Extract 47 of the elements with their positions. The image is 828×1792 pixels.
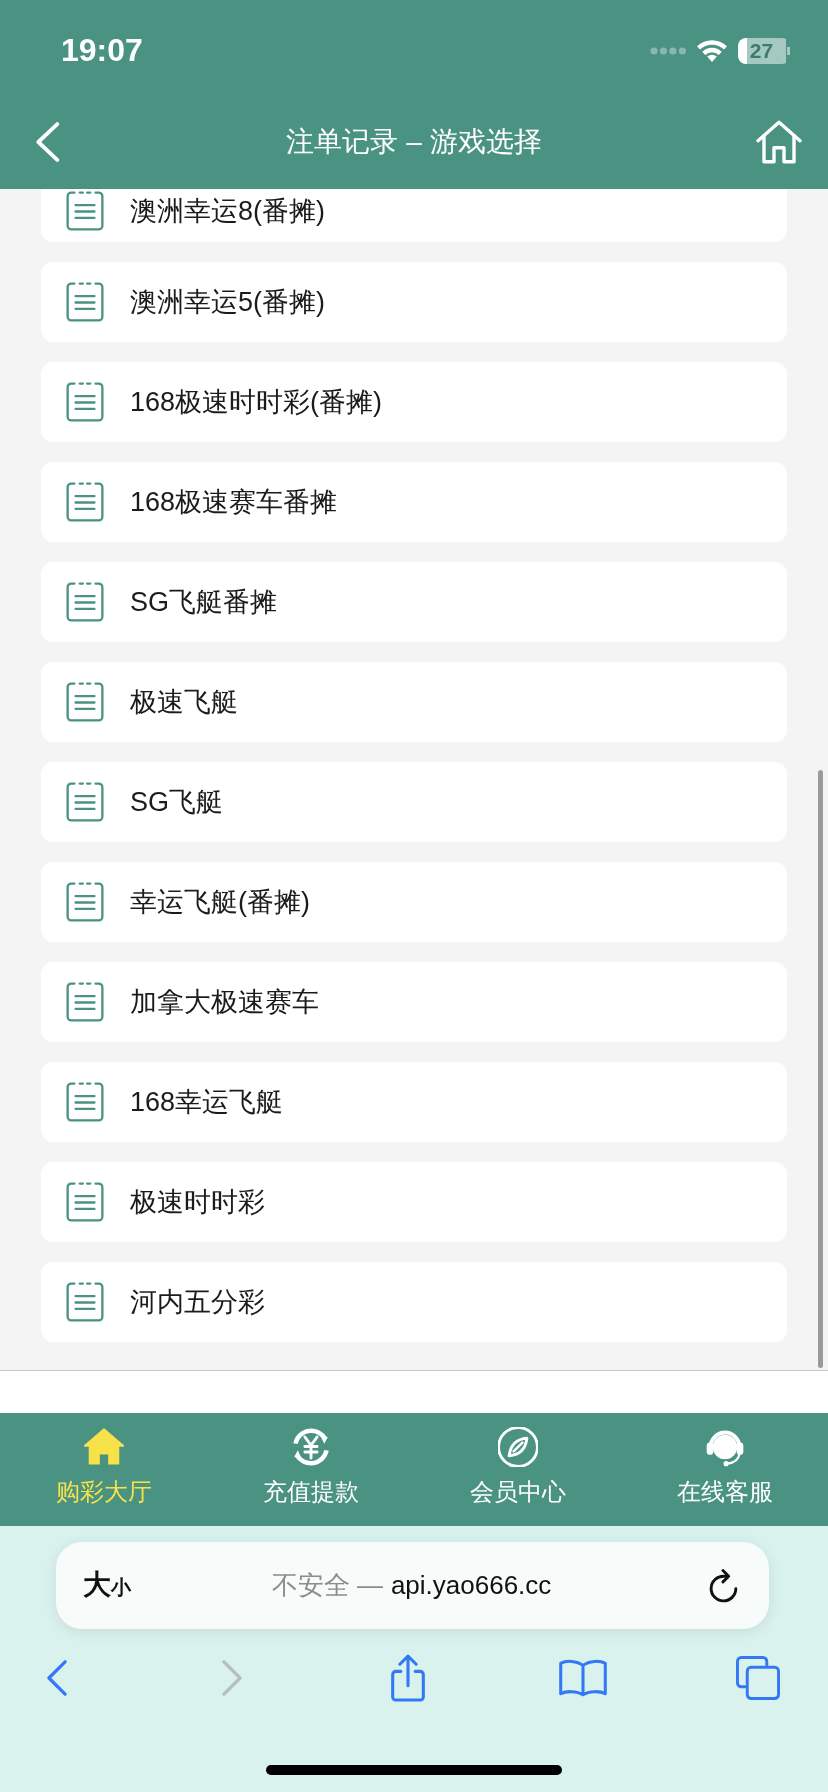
game-list-item[interactable]: 幸运飞艇(番摊) xyxy=(41,862,787,942)
tab-bar-item[interactable]: 在线客服 xyxy=(621,1413,828,1526)
page-title: 注单记录 – 游戏选择 xyxy=(286,125,542,159)
tab-bar-item[interactable]: 充值提款 xyxy=(207,1413,414,1526)
game-list-item[interactable]: 168极速赛车番摊 xyxy=(41,462,787,542)
forward-icon xyxy=(222,1660,243,1696)
clipboard-list-icon xyxy=(66,190,104,231)
game-list-item[interactable]: 加拿大极速赛车 xyxy=(41,962,787,1042)
house-outline-icon xyxy=(756,120,802,164)
page-settings-button[interactable]: 大小 xyxy=(81,1567,133,1604)
clipboard-list-icon xyxy=(66,882,104,922)
game-list-item[interactable]: 168幸运飞艇 xyxy=(41,1062,787,1142)
clipboard-list-icon xyxy=(66,582,104,622)
clipboard-list-icon xyxy=(66,1282,104,1322)
clipboard-list-icon xyxy=(66,482,104,522)
clipboard-list-icon xyxy=(66,782,104,822)
clipboard-list-icon xyxy=(66,1082,104,1122)
game-list-item[interactable]: 澳洲幸运5(番摊) xyxy=(41,262,787,342)
game-list-item[interactable]: SG飞艇番摊 xyxy=(41,562,787,642)
wifi-icon xyxy=(696,39,728,62)
battery-indicator: 27 xyxy=(738,37,790,64)
tab-bar-item[interactable]: 会员中心 xyxy=(414,1413,621,1526)
cellular-signal-icon xyxy=(650,46,686,55)
clipboard-list-icon xyxy=(66,382,104,422)
address-field[interactable]: 不安全 — api.yao666.cc xyxy=(271,1565,552,1606)
yen-exchange-icon xyxy=(290,1427,331,1467)
game-list-item[interactable]: 极速时时彩 xyxy=(41,1162,787,1242)
game-list-item[interactable]: 极速飞艇 xyxy=(41,662,787,742)
house-icon xyxy=(83,1427,124,1467)
game-list-item[interactable]: 168极速时时彩(番摊) xyxy=(41,362,787,442)
back-chevron-icon xyxy=(34,122,60,162)
bookmarks-icon xyxy=(558,1659,607,1697)
clipboard-list-icon xyxy=(66,682,104,722)
clipboard-list-icon xyxy=(66,1182,104,1222)
back-button[interactable] xyxy=(33,120,61,164)
reload-icon xyxy=(709,1568,739,1603)
game-list-item[interactable]: SG飞艇 xyxy=(41,762,787,842)
share-icon xyxy=(389,1654,426,1702)
home-button[interactable] xyxy=(754,118,804,166)
clipboard-list-icon xyxy=(66,982,104,1022)
back-icon xyxy=(47,1660,67,1696)
clipboard-list-icon xyxy=(66,282,104,322)
status-time: 19:07 xyxy=(61,32,143,69)
tabs-icon xyxy=(736,1656,780,1700)
game-list-item[interactable]: 河内五分彩 xyxy=(41,1262,787,1342)
game-list-item[interactable]: 澳洲幸运8(番摊) xyxy=(41,189,787,242)
compass-icon xyxy=(497,1427,538,1467)
